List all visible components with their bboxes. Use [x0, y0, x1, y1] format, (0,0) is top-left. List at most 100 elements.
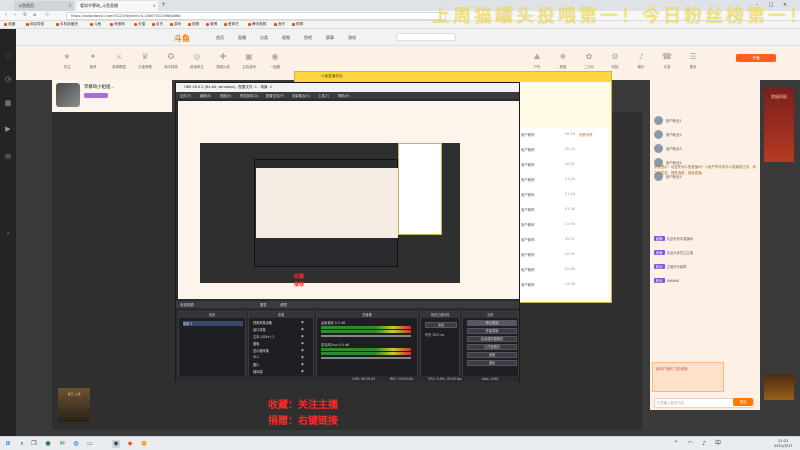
menu-item[interactable]: 编辑(E): [200, 93, 211, 98]
category-item[interactable]: ◉ 一起看: [264, 52, 286, 69]
volume-slider[interactable]: [321, 357, 411, 359]
category-item[interactable]: ★ 关注: [56, 52, 78, 69]
nav-item[interactable]: 游戏: [348, 35, 356, 41]
folder-icon[interactable]: ▭: [86, 440, 94, 448]
start-recording-button[interactable]: 开始录制: [467, 328, 517, 334]
category-icon[interactable]: ▦: [3, 99, 13, 109]
new-tab-icon[interactable]: +: [161, 1, 166, 8]
bookmark-item[interactable]: 斗鱼: [90, 22, 101, 27]
right-ad-small[interactable]: [764, 374, 794, 400]
menu-item[interactable]: 场景集合(S): [292, 93, 310, 98]
category-item[interactable]: ☰ 更多: [682, 52, 704, 69]
category-item[interactable]: ▣ 主机游戏: [238, 52, 260, 69]
list-item[interactable]: 用户昵称 00:24: [521, 147, 605, 152]
close-icon[interactable]: ×: [153, 1, 156, 11]
source-item[interactable]: 图像 ◉: [253, 341, 313, 346]
category-item[interactable]: ✚ 穿越火线: [212, 52, 234, 69]
eye-icon[interactable]: ◉: [301, 334, 304, 338]
source-item[interactable]: 媒体源 ◉: [253, 369, 313, 374]
menu-item[interactable]: 帮助(H): [338, 93, 350, 98]
eye-icon[interactable]: ◉: [301, 320, 304, 324]
bookmark-item[interactable]: 网址导航: [26, 22, 44, 27]
rank-row[interactable]: 用户粉丝3: [654, 144, 754, 154]
close-icon[interactable]: ×: [69, 1, 72, 11]
eye-icon[interactable]: ◉: [301, 348, 304, 352]
tray-chevron-icon[interactable]: ⌃: [672, 440, 680, 448]
list-item[interactable]: 用户昵称 03:06: [521, 282, 605, 287]
category-item[interactable]: ✦ 推荐: [82, 52, 104, 69]
category-item[interactable]: ⛰ 户外: [526, 52, 548, 69]
bookmark-item[interactable]: 淘宝网: [110, 22, 125, 27]
bookmark-item[interactable]: 爱奇艺: [224, 22, 239, 27]
rank-row[interactable]: 用户粉丝2: [654, 130, 754, 140]
obs-preview[interactable]: 收藏 推荐: [178, 101, 519, 299]
bookmark-item[interactable]: 购物: [292, 22, 303, 27]
filters-button[interactable]: 滤镜: [280, 302, 287, 307]
volume-slider[interactable]: [321, 335, 411, 337]
stop-stream-button[interactable]: 停止推流: [467, 320, 517, 326]
follow-icon[interactable]: ♡: [3, 53, 13, 63]
eye-icon[interactable]: ◉: [301, 362, 304, 366]
bookmark-item[interactable]: 视频: [188, 22, 199, 27]
eye-icon[interactable]: ◉: [301, 355, 304, 359]
list-item[interactable]: 用户昵称 01:36: [521, 207, 605, 212]
exit-button[interactable]: 退出: [467, 360, 517, 366]
home-icon[interactable]: ⌂: [33, 12, 36, 18]
list-item[interactable]: 用户昵称 01:18: [521, 192, 605, 197]
menu-item[interactable]: 停靠部件(D): [240, 93, 258, 98]
source-item[interactable]: VLC ◉: [253, 355, 313, 359]
list-item[interactable]: 用户昵称 00:42: [521, 162, 605, 167]
category-item[interactable]: ☎ 手游: [656, 52, 678, 69]
back-icon[interactable]: ‹: [5, 12, 7, 18]
category-item[interactable]: ❀ 颜值: [552, 52, 574, 69]
douyu-logo[interactable]: 斗鱼: [174, 33, 190, 44]
app-icon[interactable]: ●: [44, 440, 52, 448]
scene-item[interactable]: 场景 2: [183, 321, 243, 326]
bookmark-item[interactable]: 京东: [152, 22, 163, 27]
network-icon[interactable]: ◠: [686, 440, 694, 448]
browser-icon[interactable]: ◍: [72, 440, 80, 448]
bookmark-item[interactable]: 腾讯视频: [248, 22, 266, 27]
category-item[interactable]: ✿ 二次元: [578, 52, 600, 69]
list-item[interactable]: 用户昵称 02:12: [521, 237, 605, 242]
list-item[interactable]: 用户昵称 02:30: [521, 252, 605, 257]
bookmark-star-icon[interactable]: ☆: [45, 12, 49, 18]
right-ad-banner[interactable]: 狼烟四起: [764, 88, 794, 162]
eye-icon[interactable]: ◉: [301, 327, 304, 331]
nav-item[interactable]: 鱼吧: [304, 35, 312, 41]
settings-button[interactable]: 设置: [467, 352, 517, 358]
bookmark-item[interactable]: 游戏: [170, 22, 181, 27]
collapse-icon[interactable]: ›: [3, 229, 13, 239]
tab-douyu-home[interactable]: 斗鱼首页 ×: [14, 1, 74, 11]
companion-taskbar-icon[interactable]: ■: [140, 440, 148, 448]
windows-start-icon[interactable]: ⊞: [4, 440, 12, 448]
transition-select[interactable]: 淡出: [425, 322, 457, 328]
source-item[interactable]: 视频采集设备 ◉: [253, 320, 313, 325]
tab-douyu-room[interactable]: 看知乎慕琦_斗鱼直播 ×: [76, 1, 158, 11]
list-item[interactable]: 用户昵称 02:48: [521, 267, 605, 272]
obs-taskbar-icon[interactable]: ◉: [112, 440, 120, 448]
category-item[interactable]: ⚙ 科技: [604, 52, 626, 69]
menu-item[interactable]: 配置文件(P): [266, 93, 284, 98]
left-ad-banner[interactable]: 鬼王 上线: [58, 388, 90, 422]
wechat-icon[interactable]: ✉: [58, 440, 66, 448]
promo-card[interactable]: 新用户福利 立即领取: [652, 362, 724, 392]
search-icon[interactable]: ⌕: [18, 440, 26, 448]
site-search-input[interactable]: [396, 33, 456, 41]
nav-item[interactable]: 分类: [260, 35, 268, 41]
task-view-icon[interactable]: ❐: [30, 440, 38, 448]
virtual-camera-button[interactable]: 启动虚拟摄像机: [467, 336, 517, 342]
ime-icon[interactable]: 中: [714, 440, 722, 448]
avatar[interactable]: [56, 83, 80, 107]
douyu-taskbar-icon[interactable]: ◆: [126, 440, 134, 448]
refresh-icon[interactable]: ↻: [23, 12, 27, 18]
source-item[interactable]: 图片 ◉: [253, 362, 313, 367]
video-icon[interactable]: ▶: [3, 125, 13, 135]
eye-icon[interactable]: ◉: [301, 369, 304, 373]
source-item[interactable]: 显示器采集 ◉: [253, 348, 313, 353]
list-item[interactable]: 用户昵称 00:16 查看详情: [521, 132, 605, 137]
bookmark-item[interactable]: 收藏: [4, 22, 15, 27]
bookmark-item[interactable]: 手机收藏夹: [56, 22, 78, 27]
menu-item[interactable]: 工具(T): [318, 93, 329, 98]
eye-icon[interactable]: ◉: [301, 341, 304, 345]
